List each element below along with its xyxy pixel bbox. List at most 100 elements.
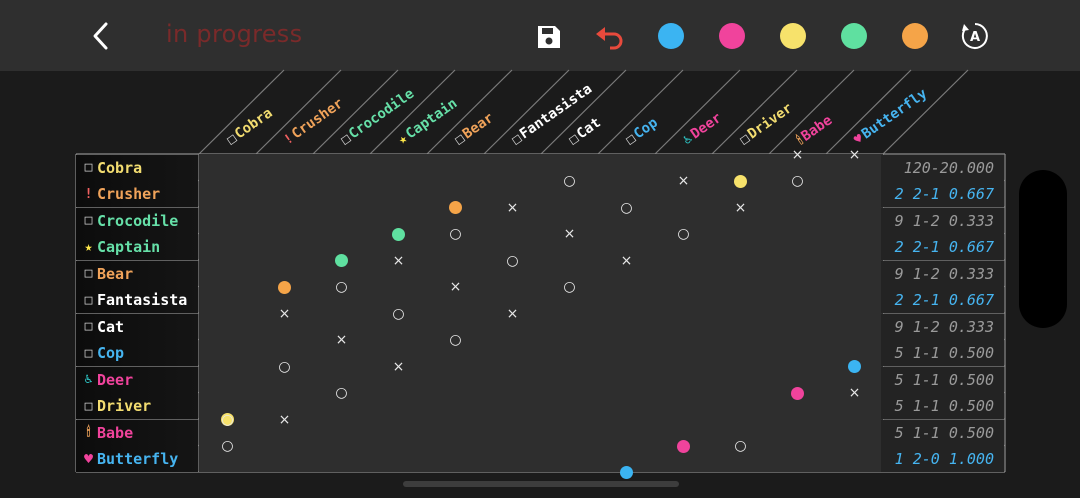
grid-cell[interactable] xyxy=(826,233,883,260)
grid-cell[interactable] xyxy=(541,392,598,419)
grid-cell[interactable] xyxy=(769,313,826,340)
grid-cell[interactable] xyxy=(826,207,883,234)
grid-cell[interactable] xyxy=(199,339,256,366)
win-mark[interactable]: ○ xyxy=(712,433,769,460)
grid-cell[interactable] xyxy=(370,154,427,181)
row-label-bear[interactable]: □ Bear xyxy=(76,260,198,287)
grid-cell[interactable] xyxy=(199,286,256,313)
color-dot-marker[interactable] xyxy=(677,439,690,453)
color-dot-marker[interactable] xyxy=(848,360,861,373)
loss-mark[interactable]: × xyxy=(598,248,655,275)
win-mark[interactable]: ○ xyxy=(541,274,598,301)
grid-cell[interactable] xyxy=(427,445,484,472)
loss-mark[interactable]: × xyxy=(427,274,484,301)
grid-cell[interactable] xyxy=(541,339,598,366)
row-label-cop[interactable]: □ Cop xyxy=(76,340,198,366)
loss-mark[interactable]: × xyxy=(826,142,883,169)
row-label-driver[interactable]: □ Driver xyxy=(76,393,198,419)
row-label-fantasista[interactable]: □ Fantasista xyxy=(76,287,198,313)
loss-mark[interactable]: × xyxy=(826,380,883,407)
grid-cell[interactable] xyxy=(655,366,712,393)
grid-cell[interactable] xyxy=(655,313,712,340)
grid-cell[interactable] xyxy=(427,154,484,181)
row-label-captain[interactable]: ★ Captain xyxy=(76,234,198,260)
grid-cell[interactable] xyxy=(256,180,313,207)
grid-cell[interactable] xyxy=(427,392,484,419)
grid-cell[interactable] xyxy=(826,445,883,472)
grid-cell[interactable] xyxy=(484,445,541,472)
grid-cell[interactable] xyxy=(313,154,370,181)
grid-cell[interactable] xyxy=(484,366,541,393)
win-mark[interactable]: ○ xyxy=(769,168,826,195)
grid-cell[interactable] xyxy=(199,366,256,393)
grid-cell[interactable] xyxy=(313,445,370,472)
grid-cell[interactable] xyxy=(598,366,655,393)
win-mark[interactable]: ○ xyxy=(484,248,541,275)
loss-mark[interactable]: × xyxy=(484,301,541,328)
loss-mark[interactable]: × xyxy=(256,407,313,434)
row-label-cat[interactable]: □ Cat xyxy=(76,313,198,340)
row-label-deer[interactable]: ♿ Deer xyxy=(76,366,198,393)
grid-cell[interactable] xyxy=(256,233,313,260)
grid-cell[interactable] xyxy=(598,392,655,419)
loss-mark[interactable]: × xyxy=(370,354,427,381)
win-mark[interactable]: ○ xyxy=(313,380,370,407)
win-mark[interactable]: ○ xyxy=(427,221,484,248)
loss-mark[interactable]: × xyxy=(655,168,712,195)
grid-cell[interactable] xyxy=(427,419,484,446)
grid-cell[interactable] xyxy=(199,207,256,234)
row-label-cobra[interactable]: □ Cobra xyxy=(76,154,198,181)
grid-cell[interactable] xyxy=(370,445,427,472)
grid-cell[interactable] xyxy=(769,445,826,472)
grid-cell[interactable] xyxy=(712,339,769,366)
grid-cell[interactable] xyxy=(712,392,769,419)
grid-cell[interactable] xyxy=(598,339,655,366)
win-mark[interactable]: ○ xyxy=(313,274,370,301)
win-mark[interactable]: ○ xyxy=(655,221,712,248)
grid-cell[interactable] xyxy=(541,313,598,340)
row-label-butterfly[interactable]: ♥ Butterfly xyxy=(76,446,198,472)
row-label-crusher[interactable]: ! Crusher xyxy=(76,181,198,207)
grid-cell[interactable] xyxy=(484,154,541,181)
loss-mark[interactable]: × xyxy=(484,195,541,222)
grid-cell[interactable] xyxy=(199,260,256,287)
grid-cell[interactable] xyxy=(199,180,256,207)
grid-cell[interactable] xyxy=(712,366,769,393)
grid-cell[interactable] xyxy=(655,260,712,287)
loss-mark[interactable]: × xyxy=(769,142,826,169)
grid-cell[interactable] xyxy=(826,260,883,287)
grid-cell[interactable] xyxy=(769,419,826,446)
loss-mark[interactable]: × xyxy=(370,248,427,275)
grid-cell[interactable] xyxy=(712,260,769,287)
grid-cell[interactable] xyxy=(598,154,655,181)
win-mark[interactable]: ○ xyxy=(199,407,256,434)
grid-cell[interactable] xyxy=(712,313,769,340)
grid-cell[interactable] xyxy=(541,366,598,393)
grid-cell[interactable] xyxy=(370,392,427,419)
grid-cell[interactable] xyxy=(484,392,541,419)
grid-cell[interactable] xyxy=(655,339,712,366)
grid-cell[interactable] xyxy=(370,419,427,446)
grid-cell[interactable] xyxy=(370,180,427,207)
grid-cell[interactable] xyxy=(769,233,826,260)
grid-cell[interactable] xyxy=(484,419,541,446)
grid-cell[interactable] xyxy=(427,366,484,393)
row-label-babe[interactable]: 🕯 Babe xyxy=(76,419,198,446)
win-mark[interactable]: ○ xyxy=(370,301,427,328)
color-dot-marker[interactable] xyxy=(392,227,405,241)
loss-mark[interactable]: × xyxy=(712,195,769,222)
grid-cell[interactable] xyxy=(826,180,883,207)
win-mark[interactable]: ○ xyxy=(256,354,313,381)
loss-mark[interactable]: × xyxy=(541,221,598,248)
color-dot-marker[interactable] xyxy=(335,254,348,267)
grid-cell[interactable] xyxy=(826,286,883,313)
home-indicator[interactable] xyxy=(403,481,679,487)
grid-cell[interactable] xyxy=(313,419,370,446)
color-dot-marker[interactable] xyxy=(734,174,747,188)
grid-cell[interactable] xyxy=(712,286,769,313)
grid-cell[interactable] xyxy=(769,260,826,287)
grid-cell[interactable] xyxy=(598,419,655,446)
grid-cell[interactable] xyxy=(769,286,826,313)
color-dot-marker[interactable] xyxy=(278,280,291,294)
grid-cell[interactable] xyxy=(655,392,712,419)
